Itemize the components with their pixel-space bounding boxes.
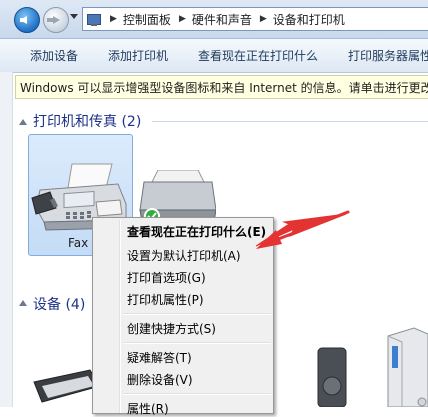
address-bar: ▶ 控制面板 ▶ 硬件和声音 ▶ 设备和打印机 [0,0,428,39]
breadcrumb-devices-printers[interactable]: 设备和打印机 [273,11,345,28]
group-header-printers[interactable]: 打印机和传真 (2) [33,111,141,131]
command-bar: 添加设备 添加打印机 查看现在正在打印什么 打印服务器属性 [0,39,428,73]
back-button[interactable] [14,7,40,33]
computer-tower-icon[interactable] [384,326,428,407]
collapse-printers-icon[interactable] [19,119,27,125]
keyboard-icon[interactable] [30,368,100,407]
menu-separator [123,313,271,315]
menu-item-printing-preferences[interactable]: 打印首选项(G) [127,269,206,286]
breadcrumb-hardware-sound[interactable]: 硬件和声音 [192,11,252,28]
menu-separator [123,342,271,344]
context-menu: 查看现在正在打印什么(E) 设置为默认打印机(A) 打印首选项(G) 打印机属性… [92,217,274,417]
forward-button[interactable] [43,7,69,33]
see-whats-printing-button[interactable]: 查看现在正在打印什么 [198,47,318,64]
print-server-properties-button[interactable]: 打印服务器属性 [348,47,428,64]
breadcrumb-control-panel[interactable]: 控制面板 [123,11,171,28]
forward-arrow-icon [47,16,60,24]
breadcrumb[interactable]: ▶ 控制面板 ▶ 硬件和声音 ▶ 设备和打印机 [82,7,428,31]
collapse-devices-icon[interactable] [19,300,27,306]
breadcrumb-separator-icon: ▶ [178,14,186,24]
group-header-devices[interactable]: 设备 (4) [33,294,85,314]
menu-item-troubleshoot[interactable]: 疑难解答(T) [127,349,192,366]
recent-pages-dropdown-icon[interactable] [70,14,78,19]
breadcrumb-separator-icon: ▶ [110,14,117,24]
menu-item-see-whats-printing[interactable]: 查看现在正在打印什么(E) [127,223,266,240]
add-device-button[interactable]: 添加设备 [30,47,78,64]
breadcrumb-separator-icon: ▶ [259,14,267,24]
menu-item-printer-properties[interactable]: 打印机属性(P) [127,291,204,308]
info-bar[interactable]: Windows 可以显示增强型设备图标和来自 Internet 的信息。请单击进… [15,75,428,99]
add-printer-button[interactable]: 添加打印机 [108,47,168,64]
speaker-icon[interactable] [312,346,352,407]
back-arrow-icon [20,16,27,24]
menu-item-properties[interactable]: 属性(R) [127,400,169,417]
device-label-fax: Fax [68,236,89,250]
control-panel-icon [86,11,102,27]
navigation-pane-edge [0,72,13,407]
menu-item-create-shortcut[interactable]: 创建快捷方式(S) [127,320,216,337]
menu-separator [123,393,271,395]
group-divider [152,121,428,122]
menu-item-set-default-printer[interactable]: 设置为默认打印机(A) [127,247,241,264]
menu-item-remove-device[interactable]: 删除设备(V) [127,371,193,388]
menu-gutter [119,220,121,413]
